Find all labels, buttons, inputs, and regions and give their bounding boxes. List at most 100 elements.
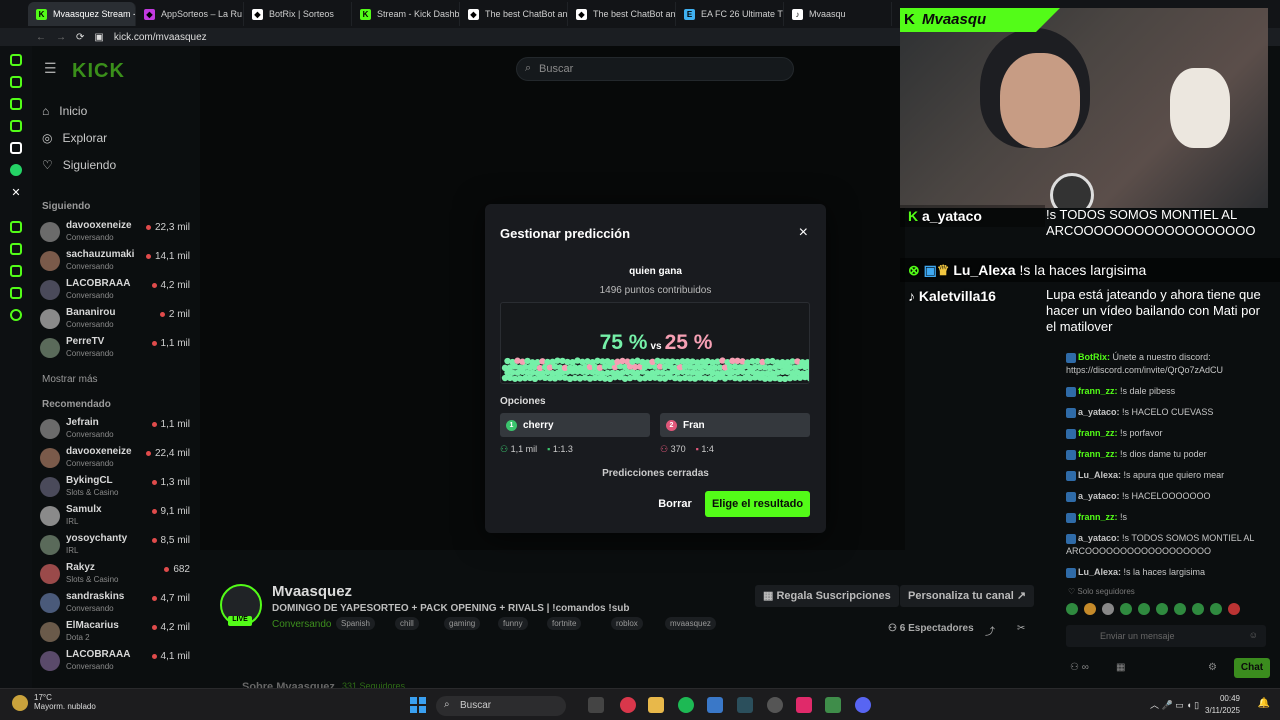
chat-username[interactable]: frann_zz: bbox=[1078, 386, 1118, 396]
stream-tag[interactable]: chill bbox=[395, 617, 419, 630]
forward-icon[interactable]: → bbox=[56, 32, 66, 43]
sidebar-app-icon[interactable] bbox=[10, 120, 22, 132]
channel-item[interactable]: Jefrain Conversando 1,1 mil bbox=[40, 417, 190, 443]
streamer-name[interactable]: Mvaasquez bbox=[272, 583, 352, 600]
menu-icon[interactable]: ☰ bbox=[44, 60, 57, 77]
x-icon[interactable]: ✕ bbox=[11, 186, 20, 199]
calendar-icon[interactable]: ▦ bbox=[1116, 662, 1125, 673]
sidebar-app-icon[interactable] bbox=[10, 265, 22, 277]
gift-subs-button[interactable]: ▦ Regala Suscripciones bbox=[755, 585, 899, 607]
chat-username[interactable]: a_yataco: bbox=[1078, 533, 1120, 543]
sidebar-app-icon[interactable] bbox=[10, 243, 22, 255]
chat-username[interactable]: a_yataco: bbox=[1078, 491, 1120, 501]
channel-item[interactable]: Rakyz Slots & Casino 682 bbox=[40, 562, 190, 588]
emote-icon[interactable] bbox=[1066, 603, 1078, 615]
clip-icon[interactable]: ✂ bbox=[1017, 623, 1025, 634]
emote-icon[interactable] bbox=[1192, 603, 1204, 615]
url-field[interactable]: kick.com/mvaasquez bbox=[114, 32, 207, 43]
clock[interactable]: 00:49 3/11/2025 bbox=[1205, 693, 1240, 717]
emote-icon[interactable] bbox=[1174, 603, 1186, 615]
chat-username[interactable]: frann_zz: bbox=[1078, 449, 1118, 459]
chat-username[interactable]: frann_zz: bbox=[1078, 512, 1118, 522]
browser-tab[interactable]: ♪ Mvaasqu bbox=[784, 2, 892, 26]
folder-icon[interactable] bbox=[648, 697, 664, 713]
chat-username[interactable]: frann_zz: bbox=[1078, 428, 1118, 438]
nav-item-inicio[interactable]: ⌂ Inicio bbox=[42, 104, 87, 118]
nav-item-siguiendo[interactable]: ♡ Siguiendo bbox=[42, 158, 116, 172]
weather-widget[interactable]: 17°C Mayorm. nublado bbox=[34, 693, 96, 711]
channel-item[interactable]: davooxeneize Conversando 22,4 mil bbox=[40, 446, 190, 472]
stream-tag[interactable]: mvaasquez bbox=[665, 617, 716, 630]
emote-icon[interactable] bbox=[1156, 603, 1168, 615]
whatsapp-icon[interactable] bbox=[10, 164, 22, 176]
delete-button[interactable]: Borrar bbox=[650, 492, 700, 516]
chat-username[interactable]: a_yataco: bbox=[1078, 407, 1120, 417]
back-icon[interactable]: ← bbox=[36, 32, 46, 43]
channel-item[interactable]: yosoychanty IRL 8,5 mil bbox=[40, 533, 190, 559]
chat-input[interactable]: Enviar un mensaje ☺ bbox=[1066, 625, 1266, 647]
emote-icon[interactable] bbox=[1102, 603, 1114, 615]
channel-item[interactable]: LACOBRAAA Conversando 4,1 mil bbox=[40, 649, 190, 675]
customize-channel-button[interactable]: Personaliza tu canal ↗ bbox=[900, 585, 1035, 607]
stream-tag[interactable]: Spanish bbox=[336, 617, 375, 630]
chat-username[interactable]: Lu_Alexa: bbox=[1078, 470, 1121, 480]
option-1[interactable]: 1 cherry bbox=[500, 413, 650, 437]
taskbar-search[interactable]: ⌕ Buscar bbox=[436, 696, 566, 716]
browser-tab[interactable]: K Mvaasquez Stream - Wat bbox=[28, 2, 136, 26]
sidebar-app-icon[interactable] bbox=[10, 54, 22, 66]
emote-icon[interactable] bbox=[1084, 603, 1096, 615]
channel-item[interactable]: davooxeneize Conversando 22,3 mil bbox=[40, 220, 190, 246]
channel-item[interactable]: ElMacarius Dota 2 4,2 mil bbox=[40, 620, 190, 646]
obs-icon[interactable] bbox=[767, 697, 783, 713]
browser-tab[interactable]: ◆ The best ChatBot an bbox=[460, 2, 568, 26]
emote-icon[interactable] bbox=[1138, 603, 1150, 615]
opera-icon[interactable] bbox=[620, 697, 636, 713]
emote-icon[interactable] bbox=[1228, 603, 1240, 615]
app-icon[interactable] bbox=[737, 697, 753, 713]
sidebar-app-icon[interactable] bbox=[10, 142, 22, 154]
channel-item[interactable]: sachauzumaki Conversando 14,1 mil bbox=[40, 249, 190, 275]
emote-icon[interactable] bbox=[1210, 603, 1222, 615]
show-more-link[interactable]: Mostrar más bbox=[42, 374, 98, 385]
stream-category[interactable]: Conversando bbox=[272, 619, 331, 630]
stream-tag[interactable]: roblox bbox=[611, 617, 643, 630]
stream-tag[interactable]: gaming bbox=[444, 617, 481, 630]
choose-result-button[interactable]: Elige el resultado bbox=[705, 491, 810, 517]
channel-item[interactable]: Samulx IRL 9,1 mil bbox=[40, 504, 190, 530]
task-view-icon[interactable] bbox=[588, 697, 604, 713]
tiktok-icon[interactable] bbox=[796, 697, 812, 713]
stream-tag[interactable]: funny bbox=[498, 617, 528, 630]
site-info-icon[interactable]: ▣ bbox=[94, 32, 103, 43]
option-2[interactable]: 2 Fran bbox=[660, 413, 810, 437]
nav-item-explorar[interactable]: ◎ Explorar bbox=[42, 131, 107, 145]
channel-item[interactable]: BykingCL Slots & Casino 1,3 mil bbox=[40, 475, 190, 501]
tray-icons[interactable]: ︿ 🎤 ▭ ◖ ▯ bbox=[1150, 698, 1199, 711]
sidebar-app-icon[interactable] bbox=[10, 76, 22, 88]
send-chat-button[interactable]: Chat bbox=[1234, 658, 1270, 678]
share-icon[interactable]: ⤴ bbox=[985, 623, 995, 638]
close-icon[interactable]: × bbox=[799, 224, 808, 242]
channel-item[interactable]: LACOBRAAA Conversando 4,2 mil bbox=[40, 278, 190, 304]
emoji-icon[interactable]: ☺ bbox=[1249, 630, 1258, 640]
gear-icon[interactable]: ⚙ bbox=[1208, 662, 1217, 673]
spotify-icon[interactable] bbox=[678, 697, 694, 713]
channel-item[interactable]: Bananirou Conversando 2 mil bbox=[40, 307, 190, 333]
browser-tab[interactable]: ◆ The best ChatBot an bbox=[568, 2, 676, 26]
search-input[interactable]: ⌕ Buscar bbox=[516, 57, 794, 81]
windows-start-icon[interactable] bbox=[410, 697, 426, 713]
weather-icon[interactable] bbox=[12, 695, 28, 711]
sidebar-app-icon[interactable] bbox=[10, 287, 22, 299]
app-icon[interactable] bbox=[825, 697, 841, 713]
sidebar-app-icon[interactable] bbox=[10, 98, 22, 110]
stream-tag[interactable]: fortnite bbox=[547, 617, 582, 630]
browser-tab[interactable]: K Stream - Kick Dashb bbox=[352, 2, 460, 26]
store-icon[interactable] bbox=[707, 697, 723, 713]
browser-tab[interactable]: E EA FC 26 Ultimate T bbox=[676, 2, 784, 26]
channel-item[interactable]: PerreTV Conversando 1,1 mil bbox=[40, 336, 190, 362]
sidebar-app-icon[interactable] bbox=[10, 221, 22, 233]
settings-icon[interactable] bbox=[10, 309, 22, 321]
discord-icon[interactable] bbox=[855, 697, 871, 713]
reload-icon[interactable]: ⟳ bbox=[76, 32, 84, 43]
chat-settings-icon[interactable]: ⚇ ∞ bbox=[1070, 662, 1089, 673]
chat-username[interactable]: BotRix: bbox=[1078, 352, 1110, 362]
